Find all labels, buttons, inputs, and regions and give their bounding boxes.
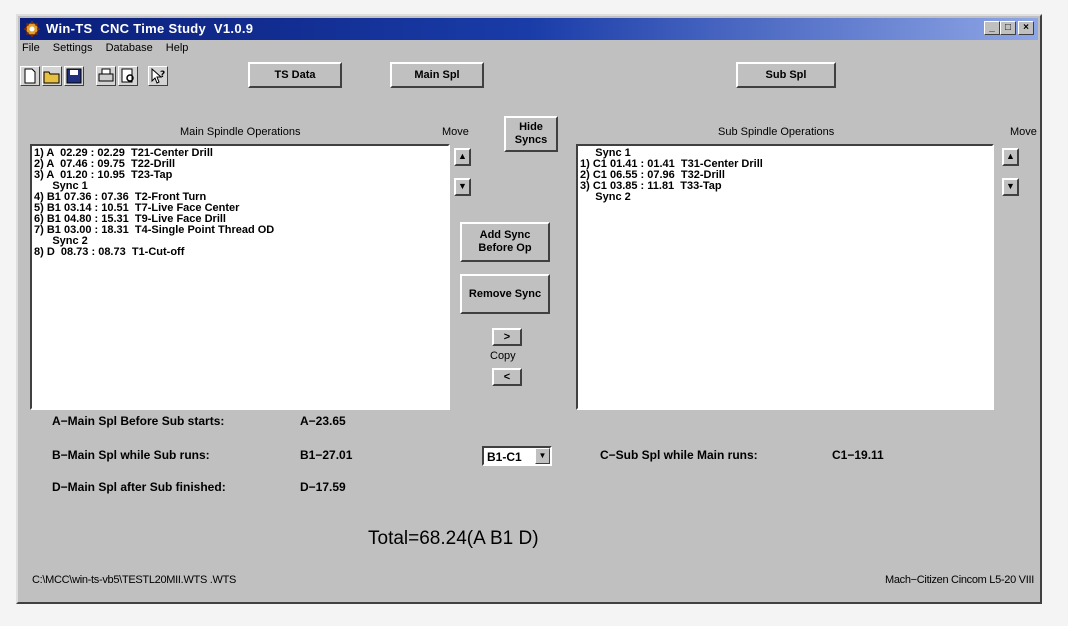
- menu-settings[interactable]: Settings: [53, 42, 93, 54]
- summary-d-value: D−17.59: [300, 480, 346, 494]
- main-ops-list[interactable]: 1) A 02.29 : 02.29 T21-Center Drill 2) A…: [30, 144, 450, 410]
- sub-ops-list[interactable]: Sync 1 1) C1 01.41 : 01.41 T31-Center Dr…: [576, 144, 994, 410]
- sub-move-label: Move: [1010, 126, 1037, 138]
- sync-pair-dropdown[interactable]: B1-C1 ▼: [482, 446, 552, 466]
- copy-right-button[interactable]: >: [492, 328, 522, 346]
- list-item[interactable]: 7) B1 03.00 : 18.31 T4-Single Point Thre…: [34, 225, 446, 236]
- list-item[interactable]: Sync 2: [580, 192, 990, 203]
- app-gear-icon: [24, 21, 40, 37]
- hide-syncs-button[interactable]: Hide Syncs: [504, 116, 558, 152]
- sub-spl-button[interactable]: Sub Spl: [736, 62, 836, 88]
- main-move-label: Move: [442, 126, 469, 138]
- remove-sync-button[interactable]: Remove Sync: [460, 274, 550, 314]
- summary-c-value: C1−19.11: [832, 448, 884, 462]
- copy-left-button[interactable]: <: [492, 368, 522, 386]
- sub-move-down-button[interactable]: ▼: [1002, 178, 1019, 196]
- copy-label: Copy: [490, 350, 516, 362]
- summary-b-value: B1−27.01: [300, 448, 353, 462]
- summary-c-label: C−Sub Spl while Main runs:: [600, 448, 758, 462]
- minimize-button[interactable]: _: [984, 21, 1000, 35]
- dropdown-value: B1-C1: [487, 450, 522, 464]
- list-item[interactable]: 3) A 01.20 : 10.95 T23-Tap: [34, 170, 446, 181]
- svg-text:?: ?: [160, 70, 165, 80]
- sub-move-up-button[interactable]: ▲: [1002, 148, 1019, 166]
- summary-a-label: A−Main Spl Before Sub starts:: [52, 414, 225, 428]
- window-title: Win-TS CNC Time Study V1.0.9: [46, 21, 254, 36]
- sub-ops-header: Sub Spindle Operations: [718, 126, 835, 138]
- menu-database[interactable]: Database: [106, 42, 153, 54]
- menu-help[interactable]: Help: [166, 42, 189, 54]
- main-spl-button[interactable]: Main Spl: [390, 62, 484, 88]
- print-icon[interactable]: [96, 66, 116, 86]
- total-time: Total=68.24(A B1 D): [368, 528, 539, 549]
- summary-b-label: B−Main Spl while Sub runs:: [52, 448, 210, 462]
- open-folder-icon[interactable]: [42, 66, 62, 86]
- menu-bar: File Settings Database Help: [22, 42, 198, 58]
- new-file-icon[interactable]: [20, 66, 40, 86]
- menu-file[interactable]: File: [22, 42, 40, 54]
- machine-status: Mach−Citizen Cincom L5-20 VIII: [884, 574, 1034, 586]
- help-pointer-icon[interactable]: ?: [148, 66, 168, 86]
- summary-a-value: A−23.65: [300, 414, 346, 428]
- main-move-up-button[interactable]: ▲: [454, 148, 471, 166]
- close-button[interactable]: ×: [1018, 21, 1034, 35]
- ts-data-button[interactable]: TS Data: [248, 62, 342, 88]
- main-ops-header: Main Spindle Operations: [180, 126, 301, 138]
- list-item[interactable]: 8) D 08.73 : 08.73 T1-Cut-off: [34, 247, 446, 258]
- summary-d-label: D−Main Spl after Sub finished:: [52, 480, 226, 494]
- list-item[interactable]: 3) C1 03.85 : 11.81 T33-Tap: [580, 181, 990, 192]
- main-move-down-button[interactable]: ▼: [454, 178, 471, 196]
- save-disk-icon[interactable]: [64, 66, 84, 86]
- chevron-down-icon[interactable]: ▼: [535, 448, 550, 464]
- title-bar[interactable]: Win-TS CNC Time Study V1.0.9 _ □ ×: [20, 18, 1038, 40]
- add-sync-button[interactable]: Add Sync Before Op: [460, 222, 550, 262]
- print-preview-icon[interactable]: [118, 66, 138, 86]
- file-path-status: C:\MCC\win-ts-vb5\TESTL20MII.WTS .WTS: [32, 574, 237, 586]
- app-window: Win-TS CNC Time Study V1.0.9 _ □ × File …: [16, 14, 1042, 604]
- maximize-button[interactable]: □: [1000, 21, 1016, 35]
